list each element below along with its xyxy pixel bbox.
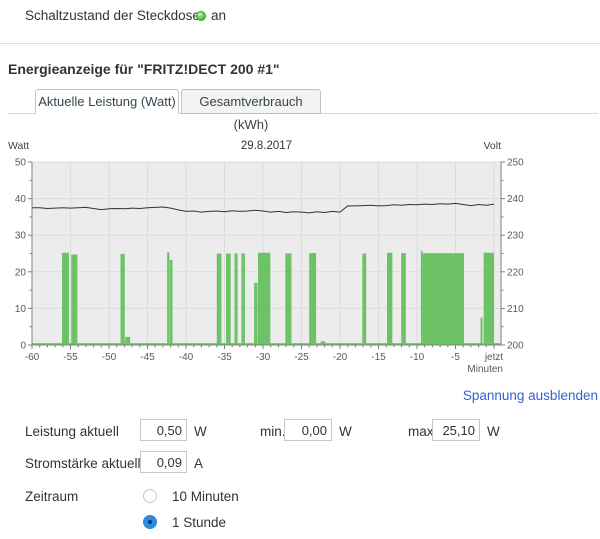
svg-text:-50: -50: [102, 352, 117, 363]
radio-1-stunde-label: 1 Stunde: [172, 515, 226, 530]
switch-state-value: an: [211, 8, 226, 23]
energy-monitor-page: Schaltzustand der Steckdose an Energiean…: [0, 0, 600, 539]
radio-10-minuten-label: 10 Minuten: [172, 489, 239, 504]
svg-text:230: 230: [507, 231, 524, 242]
tab-gesamtverbrauch[interactable]: Gesamtverbrauch (kWh): [181, 89, 321, 114]
svg-text:250: 250: [507, 158, 524, 169]
svg-text:0: 0: [20, 341, 26, 352]
zeitraum-label: Zeitraum: [25, 489, 78, 504]
svg-text:-25: -25: [294, 352, 309, 363]
svg-text:200: 200: [507, 341, 524, 352]
max-input[interactable]: [432, 419, 480, 441]
svg-text:40: 40: [15, 194, 27, 205]
svg-text:Minuten: Minuten: [467, 364, 503, 375]
stromstaerke-input[interactable]: [140, 451, 187, 473]
radio-1-stunde[interactable]: [143, 515, 157, 529]
svg-text:-40: -40: [179, 352, 194, 363]
svg-text:30: 30: [15, 231, 27, 242]
svg-text:-10: -10: [410, 352, 425, 363]
power-on-led-icon: [196, 11, 206, 21]
svg-text:-30: -30: [256, 352, 271, 363]
svg-text:210: 210: [507, 304, 524, 315]
min-label: min.: [260, 424, 286, 439]
svg-text:220: 220: [507, 267, 524, 278]
svg-text:-45: -45: [140, 352, 155, 363]
svg-text:-35: -35: [217, 352, 232, 363]
svg-text:20: 20: [15, 267, 27, 278]
svg-text:240: 240: [507, 194, 524, 205]
svg-text:50: 50: [15, 158, 27, 169]
svg-text:-60: -60: [25, 352, 40, 363]
radio-10-minuten[interactable]: [143, 489, 157, 503]
hide-voltage-link[interactable]: Spannung ausblenden: [463, 388, 598, 403]
max-unit: W: [487, 424, 500, 439]
min-input[interactable]: [284, 419, 332, 441]
leistung-label: Leistung aktuell: [25, 424, 119, 439]
svg-text:29.8.2017: 29.8.2017: [241, 140, 292, 152]
page-title: Energieanzeige für "FRITZ!DECT 200 #1": [8, 61, 280, 77]
power-voltage-chart: Watt 29.8.2017 Volt 0 10 20 30 40 50 200 210 220 230…: [0, 133, 600, 381]
leistung-unit: W: [194, 424, 207, 439]
switch-state-label: Schaltzustand der Steckdose: [25, 8, 200, 23]
svg-text:-5: -5: [451, 352, 460, 363]
stromstaerke-unit: A: [194, 456, 203, 471]
svg-text:-15: -15: [371, 352, 386, 363]
leistung-input[interactable]: [140, 419, 187, 441]
tab-aktuelle-leistung[interactable]: Aktuelle Leistung (Watt): [35, 89, 179, 114]
svg-text:Volt: Volt: [483, 140, 501, 152]
min-unit: W: [339, 424, 352, 439]
svg-text:Watt: Watt: [8, 140, 29, 152]
svg-text:-20: -20: [333, 352, 348, 363]
section-divider: [0, 43, 600, 44]
stromstaerke-label: Stromstärke aktuell: [25, 456, 141, 471]
svg-text:10: 10: [15, 304, 27, 315]
svg-text:-55: -55: [63, 352, 78, 363]
svg-text:jetzt: jetzt: [484, 352, 504, 363]
